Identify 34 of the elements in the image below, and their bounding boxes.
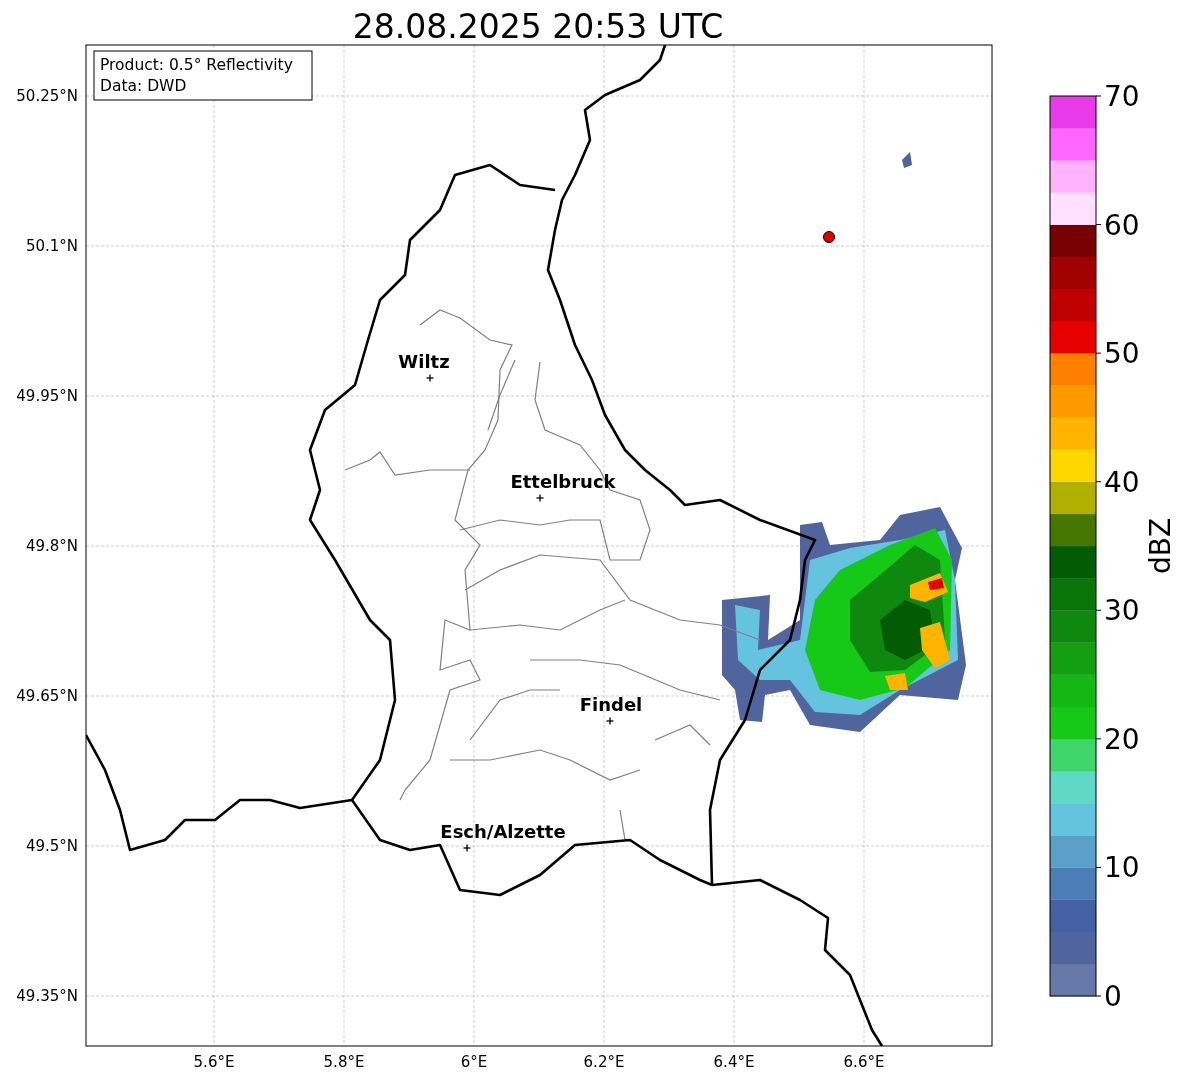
radar-site-marker <box>823 231 835 243</box>
longitude-label: 6.4°E <box>713 1053 755 1071</box>
colorbar-tick-label: 0 <box>1104 980 1122 1013</box>
city-label: Ettelbruck <box>510 471 616 492</box>
latitude-label: 49.65°N <box>16 687 78 705</box>
longitude-label: 6°E <box>460 1053 488 1071</box>
latitude-label: 49.95°N <box>16 387 78 405</box>
city-marker-icon <box>425 373 435 383</box>
city-marker-icon <box>462 843 472 853</box>
city-label: Esch/Alzette <box>440 821 566 842</box>
longitude-label: 5.6°E <box>193 1053 235 1071</box>
colorbar-tick-label: 50 <box>1104 337 1140 371</box>
city-label: Findel <box>579 694 643 715</box>
latitude-label: 50.1°N <box>25 237 78 255</box>
colorbar-tick-label: 60 <box>1104 208 1140 242</box>
colorbar-tick-label: 40 <box>1104 465 1140 499</box>
latitude-label: 49.8°N <box>25 537 78 555</box>
latitude-label: 49.35°N <box>16 987 78 1005</box>
city-marker-icon <box>605 716 615 726</box>
info-text: Product: 0.5° Reflectivity <box>100 56 293 74</box>
longitude-label: 5.8°E <box>323 1053 365 1071</box>
latitude-label: 49.5°N <box>25 837 78 855</box>
info-text: Data: DWD <box>100 77 187 95</box>
chart-title: 28.08.2025 20:53 UTC <box>352 7 724 46</box>
city-label: Wiltz <box>398 351 450 372</box>
longitude-label: 6.6°E <box>843 1053 885 1071</box>
colorbar-tick-label: 70 <box>1104 80 1140 113</box>
colorbar-tick-label: 30 <box>1104 594 1140 628</box>
latitude-label: 50.25°N <box>16 87 78 105</box>
colorbar-label: dBZ <box>1144 517 1177 575</box>
city-marker-icon <box>535 493 545 503</box>
colorbar-tick-label: 20 <box>1104 722 1140 756</box>
colorbar-tick-label: 10 <box>1104 851 1140 885</box>
longitude-label: 6.2°E <box>583 1053 625 1071</box>
